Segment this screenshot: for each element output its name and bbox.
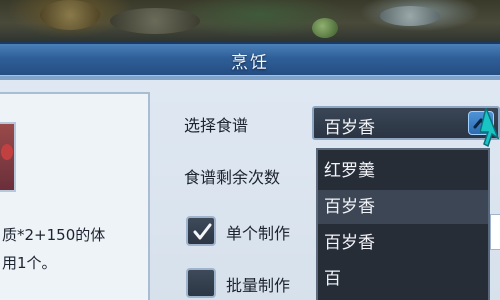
pointer-cursor-icon [480, 108, 500, 148]
rock-decoration [40, 0, 100, 30]
dropdown-option[interactable]: 百岁香 [318, 226, 488, 260]
batch-craft-label[interactable]: 批量制作 [226, 272, 290, 296]
rock-decoration [110, 8, 200, 34]
recipe-select[interactable]: 百岁香 [312, 106, 500, 140]
rock-decoration [380, 6, 440, 26]
dropdown-option[interactable]: 百 [318, 262, 488, 296]
single-craft-label[interactable]: 单个制作 [226, 220, 290, 244]
item-description-line: 质*2+150的体 [2, 226, 106, 244]
single-craft-checkbox[interactable] [186, 216, 216, 246]
cooking-panel: 质*2+150的体 用1个。 选择食谱 百岁香 食谱剩余次数 单个制作 批量制作… [0, 76, 500, 300]
game-screen: 烹饪 质*2+150的体 用1个。 选择食谱 百岁香 食谱剩余次数 单个制作 批… [0, 0, 500, 300]
fish-icon [1, 144, 13, 160]
game-world-background [0, 0, 500, 42]
recipe-dropdown-list[interactable]: 红罗羹 百岁香 百岁香 百 [316, 148, 490, 300]
dish-icon[interactable] [0, 122, 16, 192]
plant-decoration [312, 18, 338, 38]
remaining-count-label: 食谱剩余次数 [184, 168, 281, 187]
item-preview-box: 质*2+150的体 用1个。 [0, 92, 150, 300]
recipe-select-value: 百岁香 [324, 118, 375, 138]
window-title: 烹饪 [231, 53, 269, 73]
dropdown-option[interactable]: 百岁香 [318, 190, 488, 224]
quantity-input[interactable] [490, 214, 500, 250]
recipe-select-label: 选择食谱 [184, 116, 249, 135]
window-title-bar[interactable]: 烹饪 [0, 42, 500, 76]
item-description-line: 用1个。 [2, 254, 57, 272]
dropdown-option[interactable]: 红罗羹 [318, 154, 488, 188]
batch-craft-checkbox[interactable] [186, 268, 216, 298]
check-icon [193, 223, 212, 240]
